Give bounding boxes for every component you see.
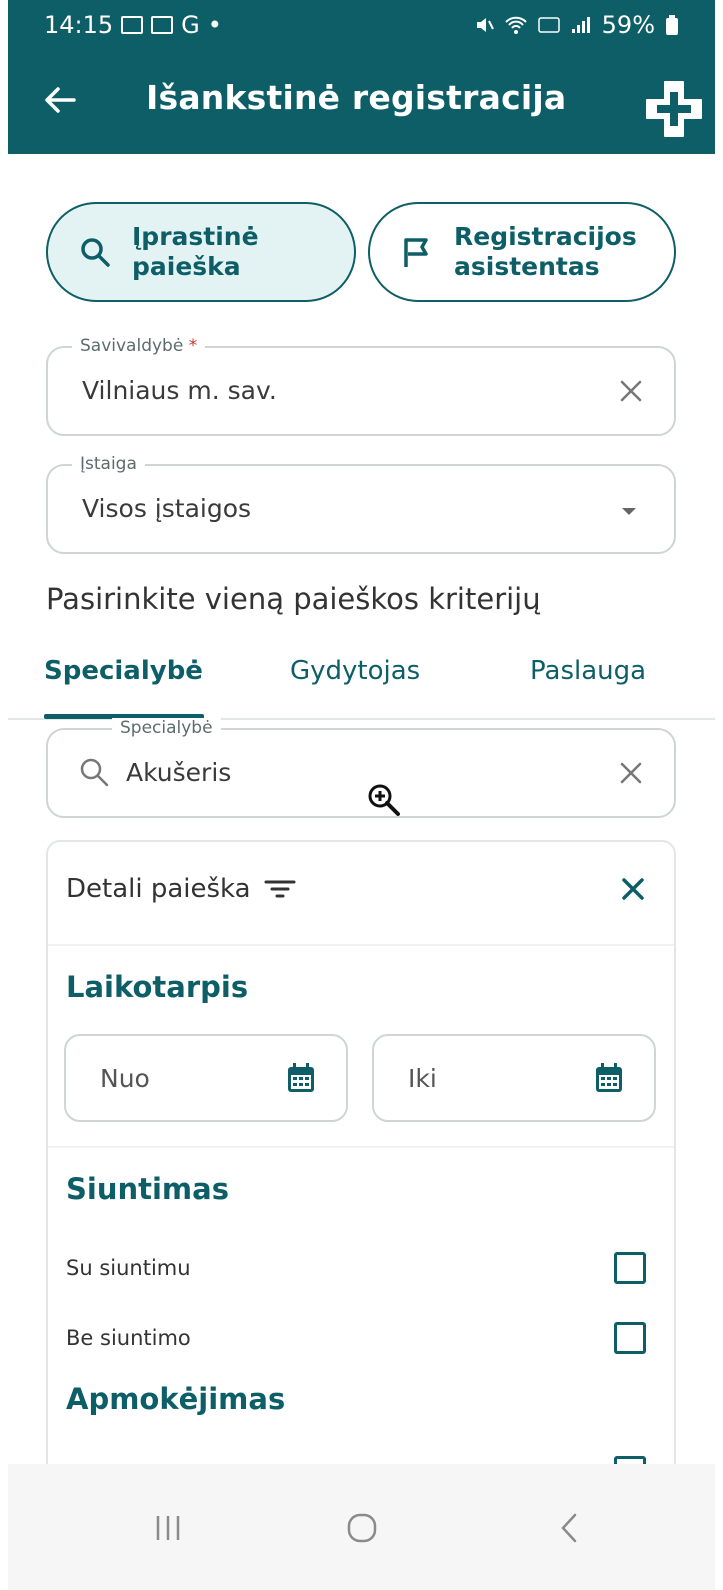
detailed-search-panel: Detali paieška Laikotarpis Nuo Iki Siunt…: [46, 840, 676, 1464]
detailed-search-title-text: Detali paieška: [66, 874, 251, 904]
status-time: 14:15: [44, 11, 114, 39]
registration-assistant-toggle[interactable]: Registracijos asistentas: [368, 202, 676, 302]
system-navigation-bar: [8, 1464, 715, 1590]
registration-assistant-label-line1: Registracijos: [454, 222, 637, 251]
with-referral-checkbox[interactable]: [614, 1252, 646, 1284]
specialty-search-field[interactable]: Specialybė Akušeris: [46, 718, 676, 818]
mute-icon: [476, 18, 494, 32]
tab-service[interactable]: Paslauga: [530, 656, 646, 686]
regular-search-label-line1: Įprastinė: [132, 222, 259, 251]
registration-assistant-label-line2: asistentas: [454, 252, 600, 281]
medical-cross-logo-icon: [646, 81, 702, 137]
regular-search-label: Įprastinė paieška: [132, 222, 259, 282]
main-content: Įprastinė paieška Registracijos asistent…: [8, 154, 715, 1464]
regular-search-toggle[interactable]: Įprastinė paieška: [46, 202, 356, 302]
recent-apps-icon[interactable]: [148, 1508, 188, 1548]
without-referral-label: Be siuntimo: [66, 1326, 191, 1350]
back-nav-icon[interactable]: [550, 1508, 590, 1548]
lte-icon: [537, 17, 560, 33]
date-to-label: Iki: [408, 1064, 437, 1093]
period-heading: Laikotarpis: [66, 970, 249, 1004]
tab-doctor[interactable]: Gydytojas: [290, 656, 420, 686]
specialty-value: Akušeris: [126, 758, 232, 787]
payment-heading: Apmokėjimas: [66, 1382, 286, 1416]
institution-select[interactable]: Įstaiga Visos įstaigos: [46, 454, 676, 554]
app-bar: Išankstinė registracija: [8, 50, 715, 154]
dropdown-caret-icon: [622, 508, 636, 515]
wifi-icon: [504, 16, 527, 34]
flag-icon: [404, 238, 428, 267]
municipality-field[interactable]: Savivaldybė * Vilniaus m. sav.: [46, 336, 676, 436]
notification-dot: •: [207, 11, 222, 39]
search-icon: [80, 758, 109, 787]
status-left: 14:15 G •: [44, 11, 222, 39]
institution-label: Įstaiga: [72, 454, 145, 474]
criteria-prompt: Pasirinkite vieną paieškos kriterijų: [46, 582, 541, 616]
battery-icon: [666, 15, 678, 35]
date-from-label: Nuo: [100, 1064, 150, 1093]
criteria-tabs: Specialybė Gydytojas Paslauga: [8, 634, 715, 720]
date-to-field[interactable]: Iki: [372, 1034, 656, 1122]
referral-heading: Siuntimas: [66, 1172, 229, 1206]
municipality-value: Vilniaus m. sav.: [82, 376, 277, 405]
zoom-in-cursor-icon: [368, 784, 400, 816]
regular-search-label-line2: paieška: [132, 252, 241, 281]
battery-percent: 59%: [601, 11, 655, 39]
status-right: 59%: [474, 11, 679, 39]
payment-option-checkbox[interactable]: [614, 1456, 646, 1464]
clear-municipality-icon[interactable]: [616, 376, 646, 406]
google-icon: G: [181, 11, 200, 39]
clear-specialty-icon[interactable]: [616, 758, 646, 788]
signal-icon: [571, 17, 590, 33]
required-mark: *: [188, 336, 198, 356]
calendar-icon[interactable]: [286, 1062, 316, 1094]
page-title: Išankstinė registracija: [146, 78, 567, 117]
without-referral-checkbox[interactable]: [614, 1322, 646, 1354]
calendar-icon[interactable]: [594, 1062, 624, 1094]
status-bar: 14:15 G • 59%: [8, 0, 715, 50]
search-icon: [81, 238, 110, 267]
with-referral-label: Su siuntimu: [66, 1256, 191, 1280]
detailed-search-header[interactable]: Detali paieška: [48, 842, 674, 946]
gallery-icon: [121, 16, 144, 34]
home-icon[interactable]: [342, 1508, 382, 1548]
municipality-label-text: Savivaldybė: [80, 336, 184, 356]
back-arrow-icon[interactable]: [36, 76, 84, 124]
close-details-icon[interactable]: [618, 874, 648, 904]
filter-icon: [264, 880, 296, 898]
detailed-search-title: Detali paieška: [66, 874, 297, 904]
municipality-label: Savivaldybė *: [72, 336, 206, 356]
institution-value: Visos įstaigos: [82, 494, 252, 523]
date-from-field[interactable]: Nuo: [64, 1034, 348, 1122]
specialty-label: Specialybė: [112, 718, 221, 738]
mail-icon: [151, 16, 174, 34]
period-divider: [48, 1146, 674, 1148]
tab-specialty[interactable]: Specialybė: [44, 656, 203, 686]
registration-assistant-label: Registracijos asistentas: [454, 222, 637, 282]
